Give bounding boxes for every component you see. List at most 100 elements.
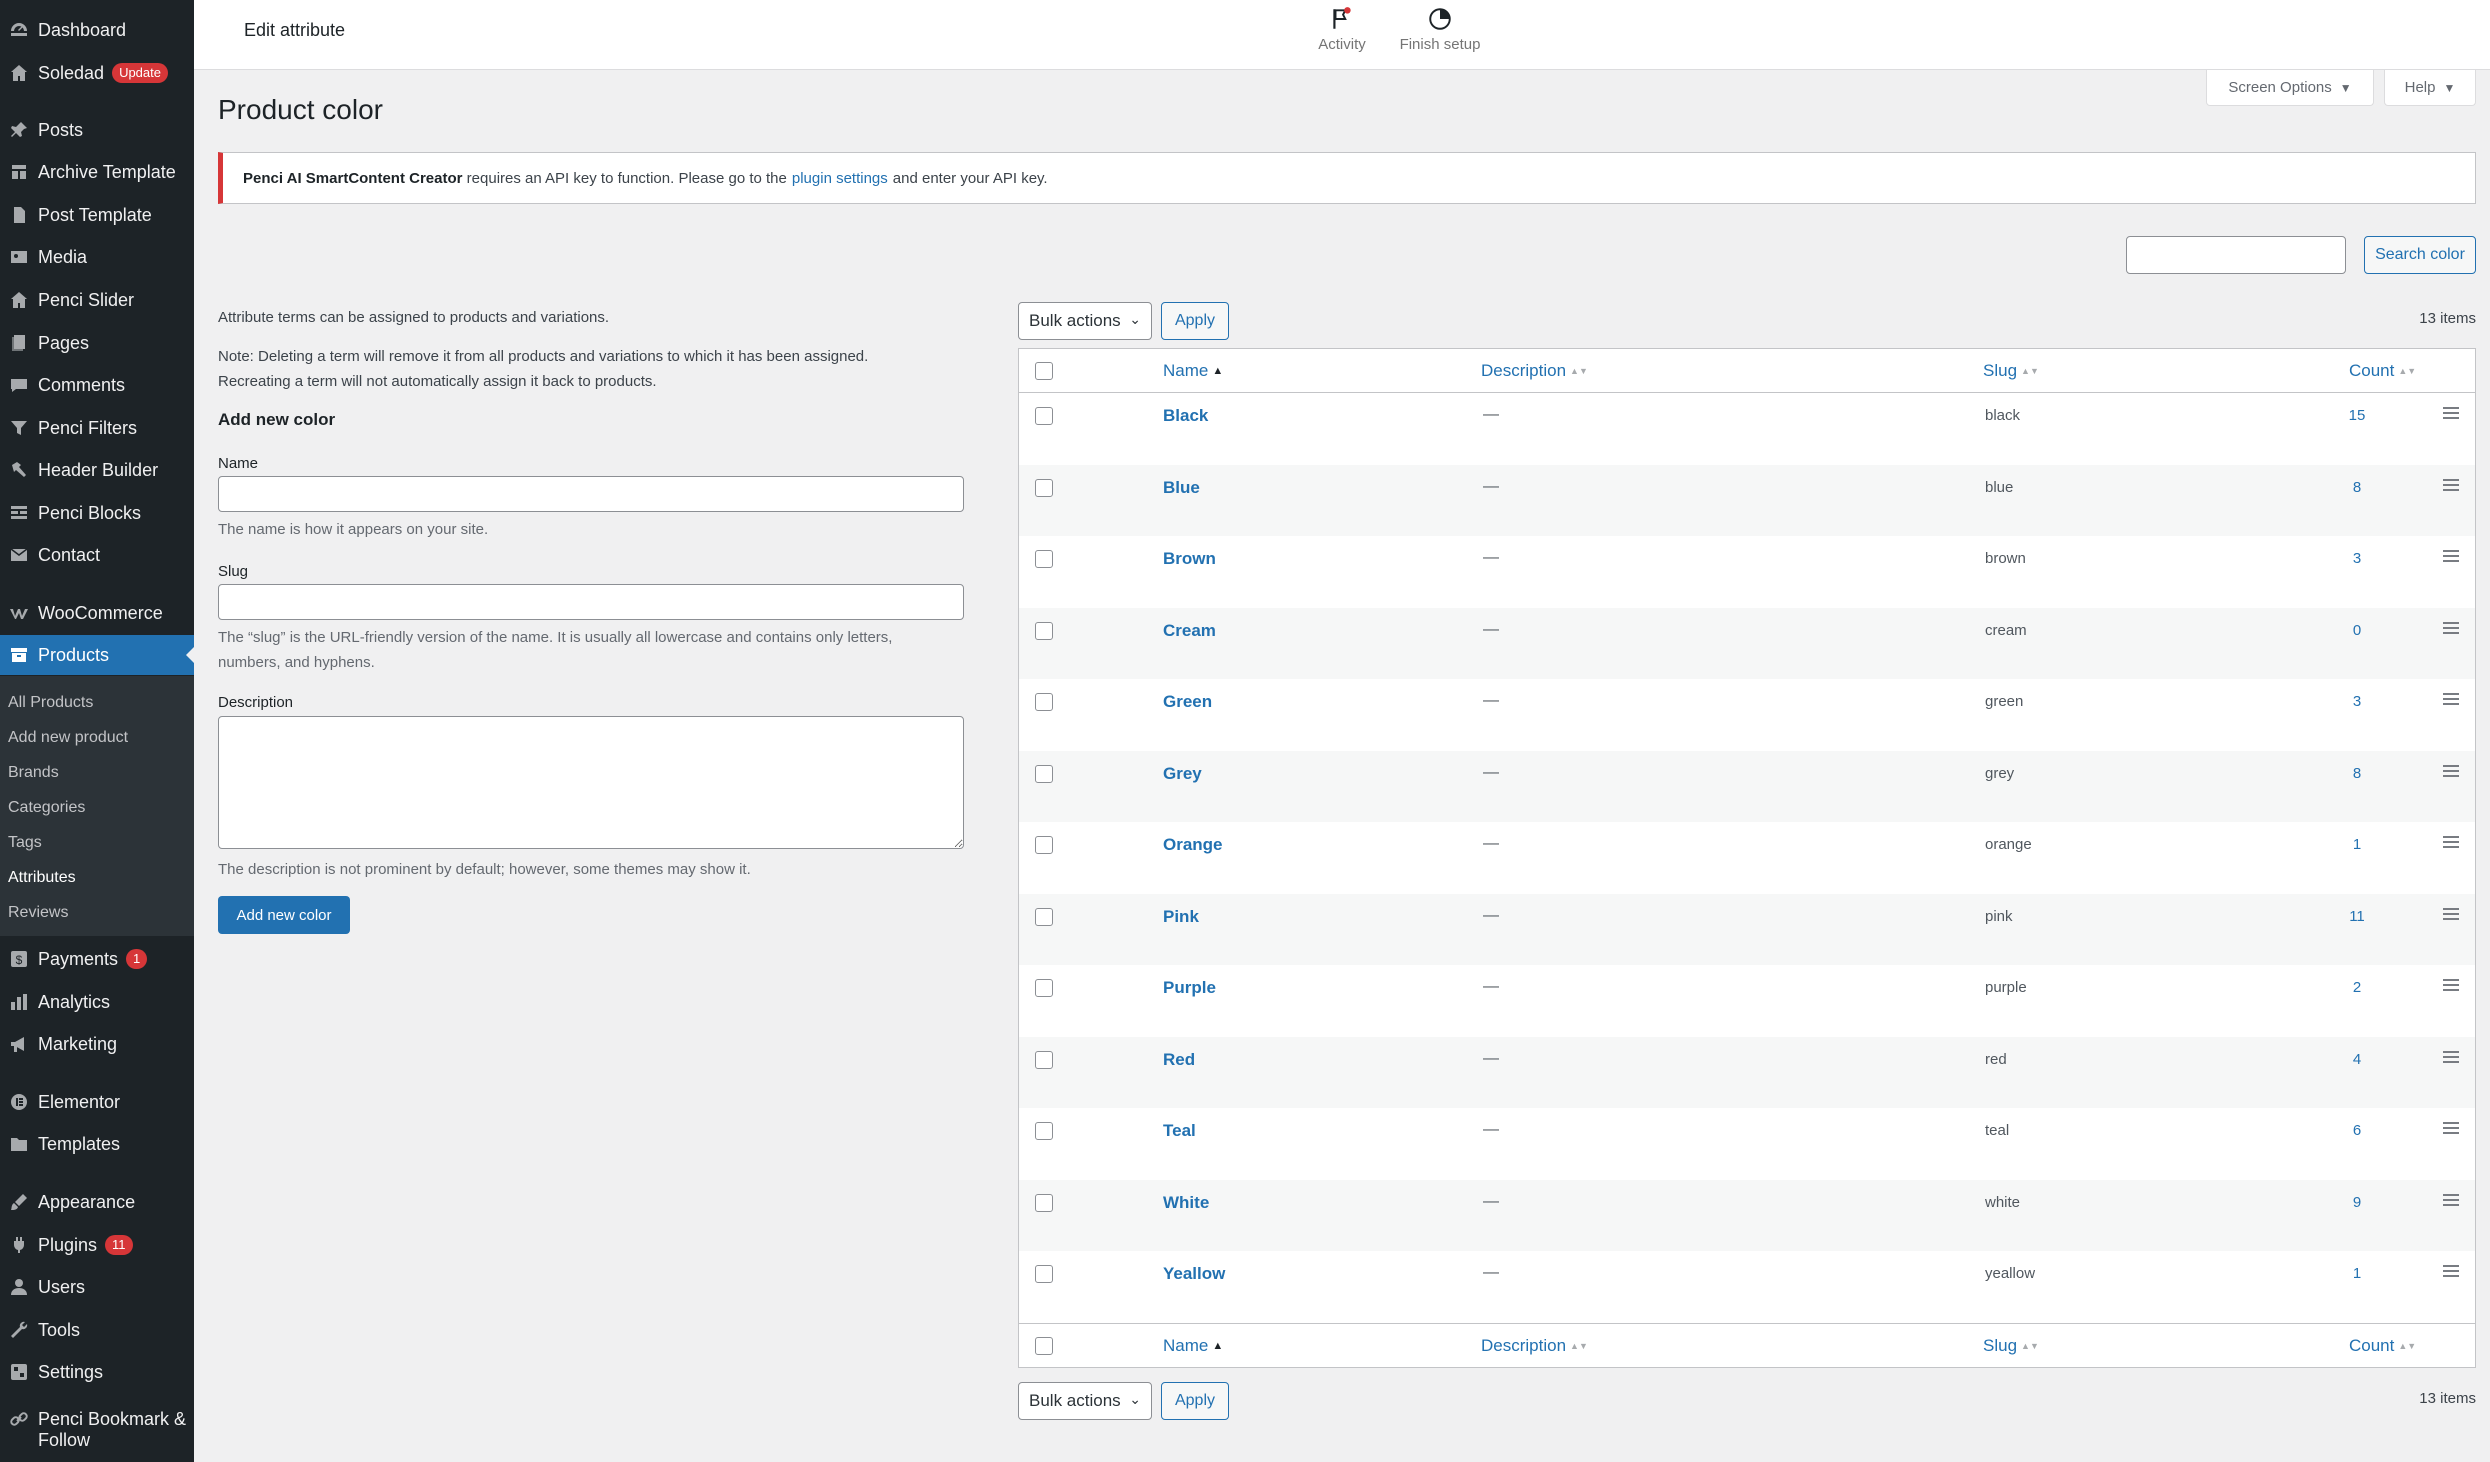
term-name-link[interactable]: Blue xyxy=(1163,478,1200,498)
sidebar-item-media[interactable]: Media xyxy=(0,237,194,277)
column-header-name[interactable]: Name ▲ xyxy=(1163,1336,1223,1356)
drag-handle-icon[interactable] xyxy=(2443,407,2459,422)
term-name-link[interactable]: Brown xyxy=(1163,549,1216,569)
term-count-link[interactable]: 9 xyxy=(2337,1194,2377,1211)
term-count-link[interactable]: 8 xyxy=(2337,765,2377,782)
column-header-description[interactable]: Description ▲▼ xyxy=(1481,1336,1588,1356)
sidebar-item-pages[interactable]: Pages xyxy=(0,323,194,363)
bulk-actions-select-bottom[interactable]: Bulk actions ⌄ xyxy=(1018,1382,1152,1420)
drag-handle-icon[interactable] xyxy=(2443,764,2459,780)
row-checkbox[interactable] xyxy=(1035,836,1053,854)
sidebar-item-posts[interactable]: Posts xyxy=(0,110,194,150)
select-all-checkbox[interactable] xyxy=(1035,362,1053,380)
sidebar-item-comments[interactable]: Comments xyxy=(0,365,194,405)
column-header-count[interactable]: Count ▲▼ xyxy=(2349,361,2416,381)
submenu-item-attributes[interactable]: Attributes xyxy=(8,869,76,887)
sidebar-item-penci-blocks[interactable]: Penci Blocks xyxy=(0,493,194,533)
drag-handle-icon[interactable] xyxy=(2443,979,2459,994)
screen-options-button[interactable]: Screen Options ▼ xyxy=(2206,70,2374,106)
sidebar-item-marketing[interactable]: Marketing xyxy=(0,1024,194,1064)
drag-handle-icon[interactable] xyxy=(2443,693,2459,708)
term-count-link[interactable]: 1 xyxy=(2337,1265,2377,1282)
apply-button[interactable]: Apply xyxy=(1161,302,1229,340)
term-name-link[interactable]: Cream xyxy=(1163,621,1216,641)
search-color-button[interactable]: Search color xyxy=(2364,236,2476,274)
sidebar-item-header-builder[interactable]: Header Builder xyxy=(0,450,194,490)
name-input[interactable] xyxy=(218,476,964,512)
select-all-checkbox[interactable] xyxy=(1035,1337,1053,1355)
term-name-link[interactable]: Yeallow xyxy=(1163,1264,1225,1284)
submenu-item-all-products[interactable]: All Products xyxy=(8,694,93,712)
drag-handle-icon[interactable] xyxy=(2443,550,2459,565)
term-name-link[interactable]: Orange xyxy=(1163,835,1223,855)
sidebar-item-archive-template[interactable]: Archive Template xyxy=(0,152,194,192)
drag-handle-icon[interactable] xyxy=(2443,907,2459,923)
column-header-slug[interactable]: Slug ▲▼ xyxy=(1983,1336,2039,1356)
add-new-color-button[interactable]: Add new color xyxy=(218,896,350,934)
term-name-link[interactable]: Purple xyxy=(1163,978,1216,998)
term-count-link[interactable]: 6 xyxy=(2337,1122,2377,1139)
apply-button-bottom[interactable]: Apply xyxy=(1161,1382,1229,1420)
drag-handle-icon[interactable] xyxy=(2443,1265,2459,1280)
drag-handle-icon[interactable] xyxy=(2443,1050,2459,1066)
term-count-link[interactable]: 3 xyxy=(2337,693,2377,710)
term-name-link[interactable]: Pink xyxy=(1163,907,1199,927)
row-checkbox[interactable] xyxy=(1035,764,1053,783)
sidebar-item-contact[interactable]: Contact xyxy=(0,535,194,575)
sidebar-item-templates[interactable]: Templates xyxy=(0,1124,194,1164)
row-checkbox[interactable] xyxy=(1035,1050,1053,1069)
column-header-name[interactable]: Name ▲ xyxy=(1163,361,1223,381)
drag-handle-icon[interactable] xyxy=(2443,836,2459,851)
help-button[interactable]: Help ▼ xyxy=(2384,70,2476,106)
sidebar-item-payments[interactable]: $ Payments 1 xyxy=(0,939,194,979)
row-checkbox[interactable] xyxy=(1035,1122,1053,1140)
sidebar-item-penci-slider[interactable]: Penci Slider xyxy=(0,280,194,320)
submenu-item-brands[interactable]: Brands xyxy=(8,764,59,782)
row-checkbox[interactable] xyxy=(1035,478,1053,497)
column-header-description[interactable]: Description ▲▼ xyxy=(1481,361,1588,381)
term-count-link[interactable]: 2 xyxy=(2337,979,2377,996)
submenu-item-tags[interactable]: Tags xyxy=(8,834,42,852)
drag-handle-icon[interactable] xyxy=(2443,1193,2459,1209)
sidebar-item-dashboard[interactable]: Dashboard xyxy=(0,10,194,50)
sidebar-item-appearance[interactable]: Appearance xyxy=(0,1182,194,1222)
sidebar-item-settings[interactable]: Settings xyxy=(0,1352,194,1392)
search-input[interactable] xyxy=(2126,236,2346,274)
term-count-link[interactable]: 3 xyxy=(2337,550,2377,567)
bulk-actions-select[interactable]: Bulk actions ⌄ xyxy=(1018,302,1152,340)
term-name-link[interactable]: Green xyxy=(1163,692,1212,712)
row-checkbox[interactable] xyxy=(1035,621,1053,640)
row-checkbox[interactable] xyxy=(1035,407,1053,425)
activity-button[interactable]: Activity xyxy=(1292,4,1392,53)
sidebar-item-penci-bookmark-follow[interactable]: Penci Bookmark & Follow xyxy=(0,1409,194,1453)
sidebar-item-products[interactable]: Products xyxy=(0,635,194,675)
row-checkbox[interactable] xyxy=(1035,550,1053,568)
submenu-item-reviews[interactable]: Reviews xyxy=(8,904,68,922)
submenu-item-add-new-product[interactable]: Add new product xyxy=(8,729,128,747)
row-checkbox[interactable] xyxy=(1035,693,1053,711)
finish-setup-button[interactable]: Finish setup xyxy=(1390,4,1490,53)
drag-handle-icon[interactable] xyxy=(2443,621,2459,637)
sidebar-item-post-template[interactable]: Post Template xyxy=(0,195,194,235)
term-count-link[interactable]: 1 xyxy=(2337,836,2377,853)
sidebar-item-plugins[interactable]: Plugins 11 xyxy=(0,1225,194,1265)
term-count-link[interactable]: 15 xyxy=(2337,407,2377,424)
term-count-link[interactable]: 8 xyxy=(2337,479,2377,496)
sidebar-item-analytics[interactable]: Analytics xyxy=(0,982,194,1022)
term-name-link[interactable]: Grey xyxy=(1163,764,1202,784)
sidebar-item-woocommerce[interactable]: WooCommerce xyxy=(0,593,194,633)
term-name-link[interactable]: White xyxy=(1163,1193,1209,1213)
term-count-link[interactable]: 4 xyxy=(2337,1051,2377,1068)
term-name-link[interactable]: Black xyxy=(1163,406,1208,426)
sidebar-item-soledad[interactable]: Soledad Update xyxy=(0,53,194,93)
submenu-item-categories[interactable]: Categories xyxy=(8,799,85,817)
slug-input[interactable] xyxy=(218,584,964,620)
row-checkbox[interactable] xyxy=(1035,1265,1053,1283)
row-checkbox[interactable] xyxy=(1035,979,1053,997)
column-header-slug[interactable]: Slug ▲▼ xyxy=(1983,361,2039,381)
term-name-link[interactable]: Teal xyxy=(1163,1121,1196,1141)
description-textarea[interactable] xyxy=(218,716,964,849)
term-count-link[interactable]: 11 xyxy=(2337,908,2377,925)
sidebar-item-elementor[interactable]: Elementor xyxy=(0,1082,194,1122)
sidebar-item-tools[interactable]: Tools xyxy=(0,1310,194,1350)
